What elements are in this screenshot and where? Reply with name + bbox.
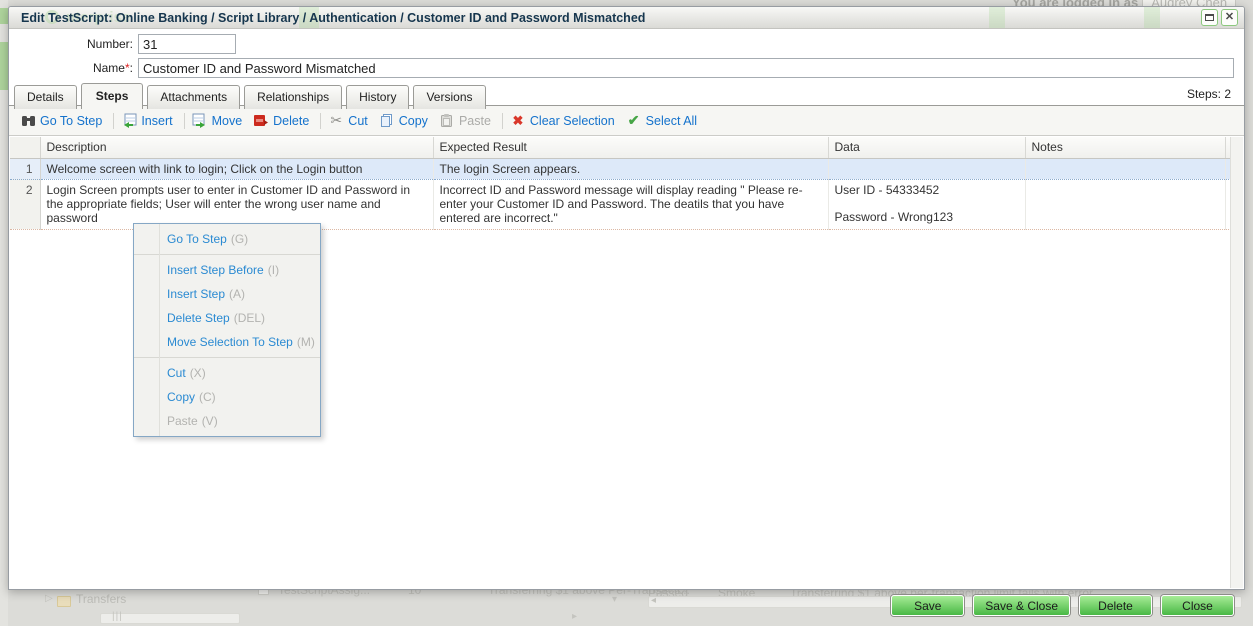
toolbar-separator xyxy=(320,113,321,129)
table-row-step-1[interactable]: 1 Welcome screen with link to login; Cli… xyxy=(10,158,1240,179)
select-all-button[interactable]: ✔ Select All xyxy=(626,113,697,129)
cut-button[interactable]: ✂ Cut xyxy=(328,113,367,129)
menu-item-cut[interactable]: Cut(X) xyxy=(134,361,320,385)
menu-item-copy[interactable]: Copy(C) xyxy=(134,385,320,409)
tab-details[interactable]: Details xyxy=(14,85,77,109)
row-number-header xyxy=(10,137,40,158)
toolbar-separator xyxy=(113,113,114,129)
steps-context-menu: Go To Step(G) Insert Step Before(I) Inse… xyxy=(133,223,321,437)
column-header-notes[interactable]: Notes xyxy=(1025,137,1225,158)
paste-icon xyxy=(439,113,455,129)
vertical-scrollbar[interactable] xyxy=(1230,137,1243,588)
dialog-titlebar[interactable]: nterprise Edit TestScript: Online Bankin… xyxy=(9,7,1244,29)
close-button[interactable]: ✕ xyxy=(1221,9,1238,26)
background-left-accent xyxy=(0,8,8,24)
save-and-close-button[interactable]: Save & Close xyxy=(973,595,1070,616)
table-header-row: Description Expected Result Data Notes xyxy=(10,137,1240,158)
titlebar-ghost-shape xyxy=(1144,7,1160,29)
name-field[interactable] xyxy=(138,58,1234,78)
step-1-description-cell[interactable]: Welcome screen with link to login; Click… xyxy=(40,158,433,179)
column-header-expected-result[interactable]: Expected Result xyxy=(433,137,828,158)
tree-expander-icon: ▷ xyxy=(45,593,53,604)
step-2-data-cell[interactable]: User ID - 54333452 Password - Wrong123 xyxy=(828,179,1025,229)
step-1-data-cell[interactable] xyxy=(828,158,1025,179)
paste-button[interactable]: Paste xyxy=(439,113,491,129)
background-left-accent xyxy=(0,42,8,90)
copy-icon xyxy=(379,113,395,129)
maximize-button[interactable] xyxy=(1201,9,1218,26)
step-2-data-user-id: User ID - 54333452 xyxy=(835,183,1019,197)
move-icon xyxy=(192,113,208,129)
step-1-notes-cell[interactable] xyxy=(1025,158,1225,179)
select-all-icon: ✔ xyxy=(626,113,642,129)
column-header-description[interactable]: Description xyxy=(40,137,433,158)
titlebar-ghost-shape xyxy=(989,7,1005,29)
tab-steps[interactable]: Steps xyxy=(81,83,144,109)
delete-button[interactable]: Delete xyxy=(253,113,309,129)
menu-separator xyxy=(134,254,320,255)
dropdown-arrow-icon: ▾ xyxy=(612,594,617,605)
name-label: Name*: xyxy=(9,61,133,75)
go-to-step-button[interactable]: Go To Step xyxy=(20,113,102,129)
steps-toolbar: Go To Step Insert Move Delete ✂ Cut xyxy=(9,106,1244,136)
tab-relationships[interactable]: Relationships xyxy=(244,85,342,109)
step-2-expected-cell[interactable]: Incorrect ID and Password message will d… xyxy=(433,179,828,229)
move-button[interactable]: Move xyxy=(192,113,243,129)
clear-selection-icon: ✖ xyxy=(510,113,526,129)
menu-item-move-selection-to-step[interactable]: Move Selection To Step(M) xyxy=(134,330,320,354)
insert-icon xyxy=(121,113,137,129)
close-icon: ✕ xyxy=(1225,12,1234,23)
row-number: 2 xyxy=(10,179,40,229)
number-field[interactable] xyxy=(138,34,236,54)
dialog-title: Edit TestScript: Online Banking / Script… xyxy=(21,11,645,25)
menu-item-insert-step[interactable]: Insert Step(A) xyxy=(134,282,320,306)
tab-history[interactable]: History xyxy=(346,85,409,109)
save-button[interactable]: Save xyxy=(891,595,964,616)
steps-count: Steps: 2 xyxy=(1187,87,1231,101)
column-header-data[interactable]: Data xyxy=(828,137,1025,158)
delete-button-footer[interactable]: Delete xyxy=(1079,595,1152,616)
copy-button[interactable]: Copy xyxy=(379,113,428,129)
splitter-grip-icon: ||| xyxy=(112,611,123,622)
toolbar-separator xyxy=(184,113,185,129)
delete-icon xyxy=(253,113,269,129)
ghost-tree-item: Transfers xyxy=(76,592,126,606)
steps-table: Description Expected Result Data Notes 1… xyxy=(10,137,1240,230)
step-2-notes-cell[interactable] xyxy=(1025,179,1225,229)
dialog-footer: Save Save & Close Delete Close xyxy=(891,595,1234,616)
edit-testscript-dialog: nterprise Edit TestScript: Online Bankin… xyxy=(8,6,1245,590)
folder-icon xyxy=(57,596,71,607)
step-2-data-password: Password - Wrong123 xyxy=(835,210,1019,224)
clear-selection-button[interactable]: ✖ Clear Selection xyxy=(510,113,615,129)
step-1-expected-cell[interactable]: The login Screen appears. xyxy=(433,158,828,179)
menu-separator xyxy=(134,357,320,358)
number-label: Number: xyxy=(9,37,133,51)
scroll-right-arrow-icon: ▸ xyxy=(572,611,577,622)
close-button-footer[interactable]: Close xyxy=(1161,595,1234,616)
insert-button[interactable]: Insert xyxy=(121,113,172,129)
menu-item-go-to-step[interactable]: Go To Step(G) xyxy=(134,227,320,251)
background-left-edge xyxy=(0,0,8,626)
step-2-description-cell[interactable]: Login Screen prompts user to enter in Cu… xyxy=(40,179,433,229)
row-number: 1 xyxy=(10,158,40,179)
tab-bar: Details Steps Attachments Relationships … xyxy=(14,83,486,109)
menu-item-delete-step[interactable]: Delete Step(DEL) xyxy=(134,306,320,330)
menu-item-insert-step-before[interactable]: Insert Step Before(I) xyxy=(134,258,320,282)
tab-attachments[interactable]: Attachments xyxy=(147,85,240,109)
goto-step-icon xyxy=(20,113,36,129)
cut-icon: ✂ xyxy=(328,113,344,129)
menu-item-paste[interactable]: Paste(V) xyxy=(134,409,320,433)
toolbar-separator xyxy=(502,113,503,129)
tab-versions[interactable]: Versions xyxy=(413,85,485,109)
table-row-step-2[interactable]: 2 Login Screen prompts user to enter in … xyxy=(10,179,1240,229)
scroll-left-arrow-icon: ◂ xyxy=(651,595,656,606)
maximize-icon xyxy=(1205,14,1214,21)
